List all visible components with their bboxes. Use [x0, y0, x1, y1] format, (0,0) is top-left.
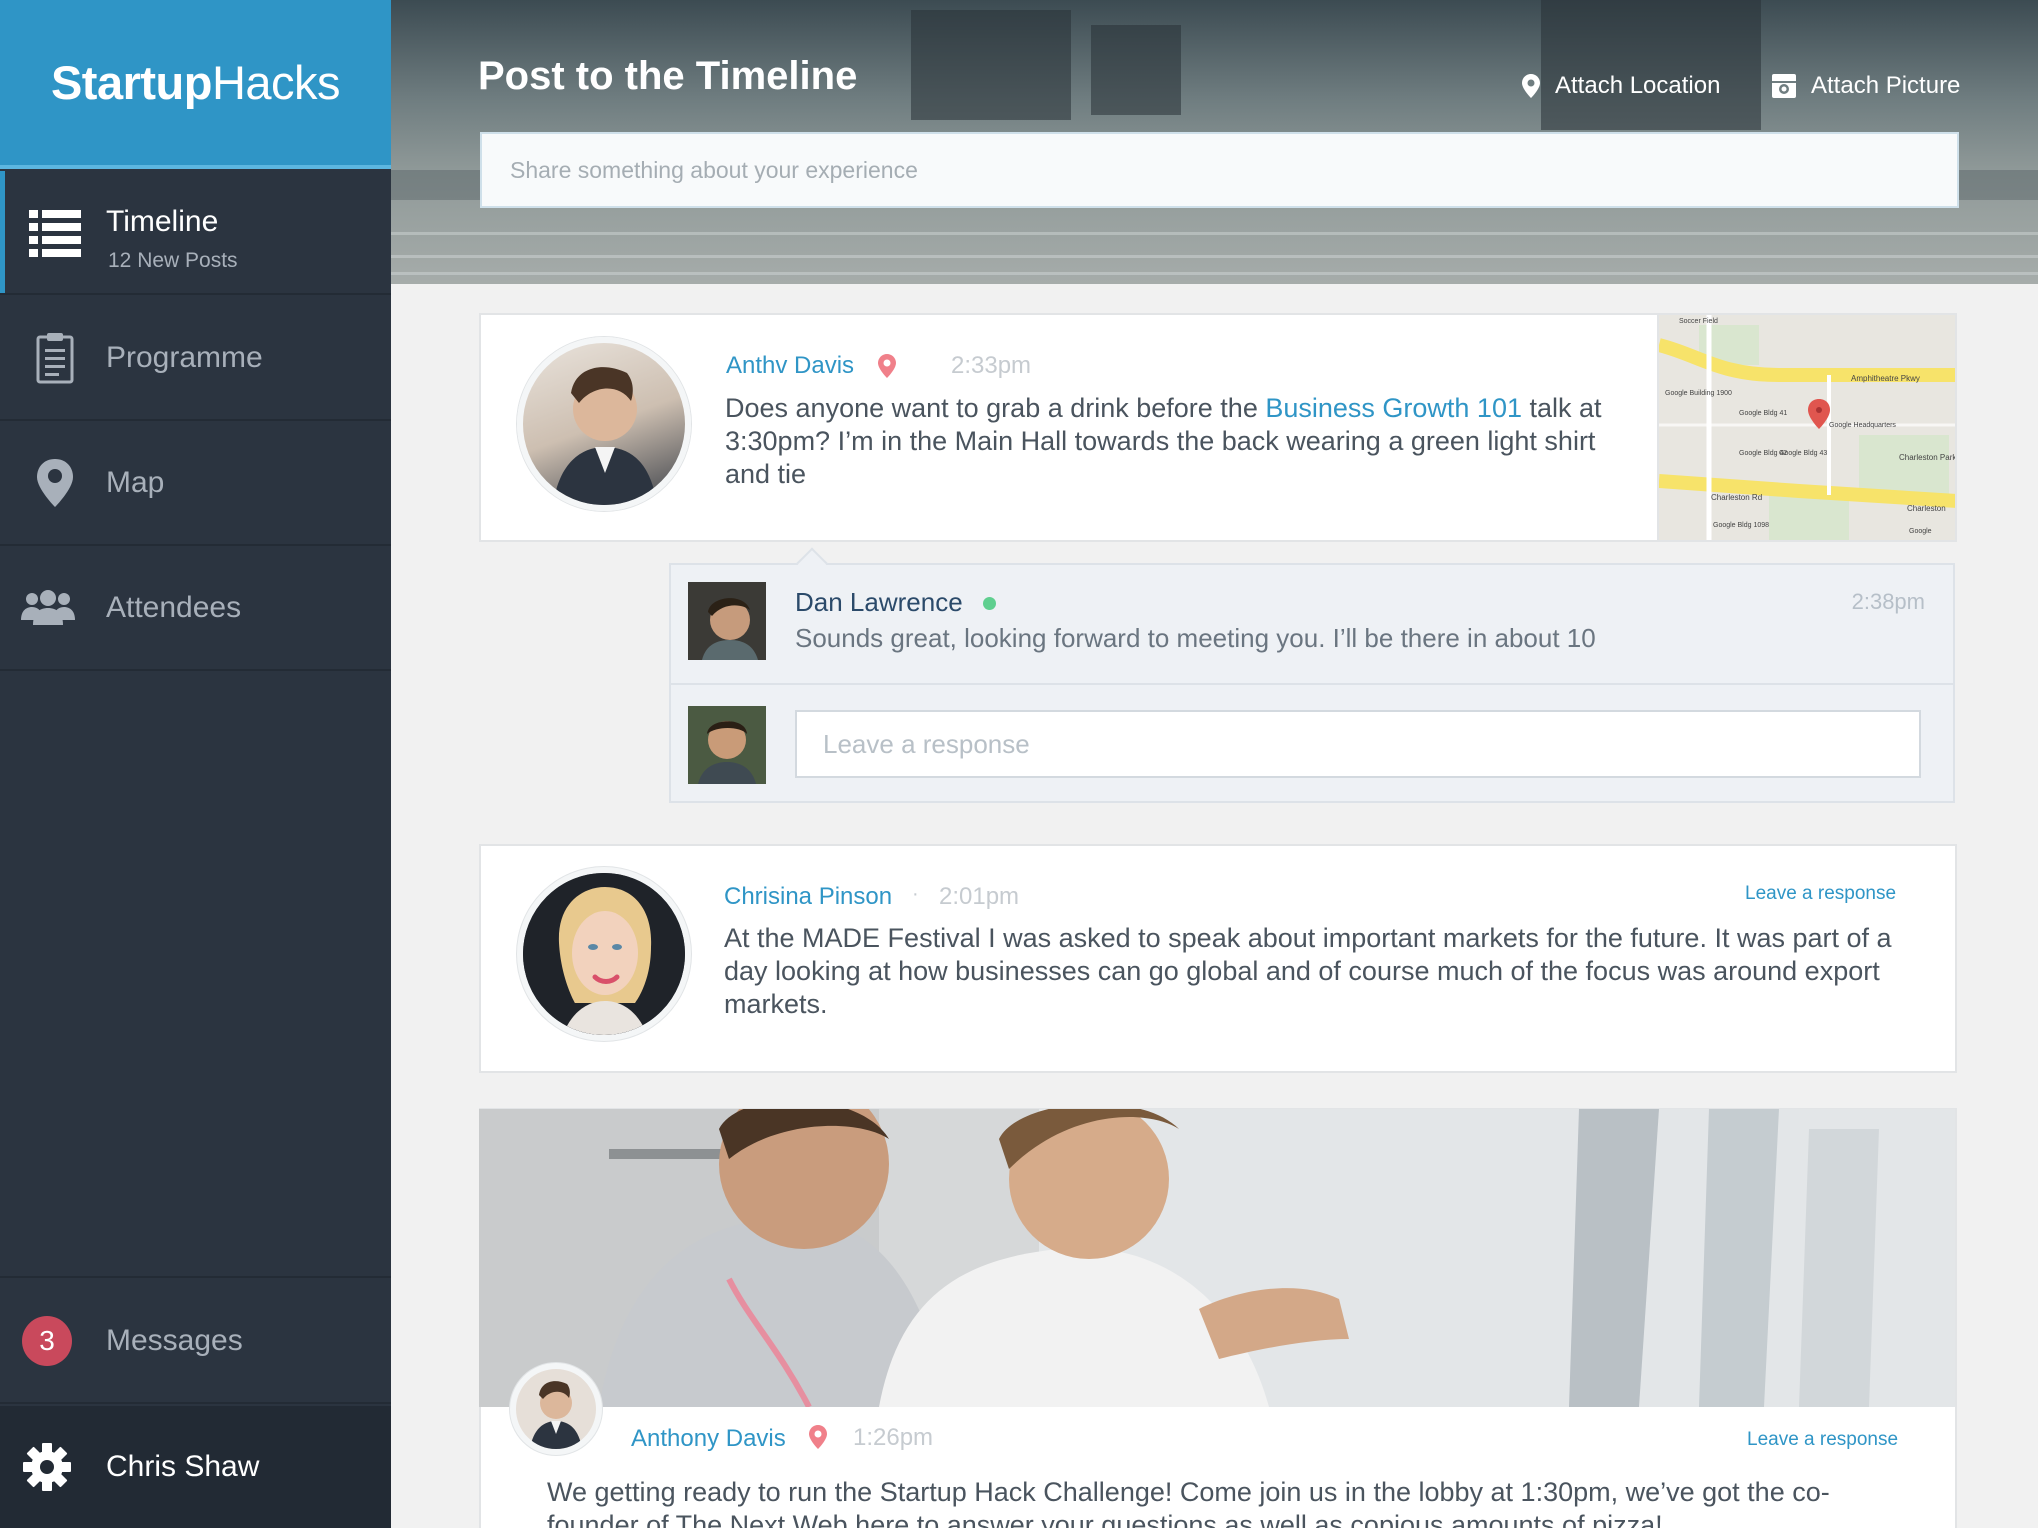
sidebar-item-label: Timeline: [106, 205, 219, 238]
people-icon: [20, 580, 76, 636]
location-map[interactable]: Amphitheatre Pkwy Charleston Rd Charlest…: [1657, 315, 1955, 540]
sidebar: Startup Hacks Timeline 12 New Posts Prog…: [0, 0, 391, 1528]
author-avatar[interactable]: [517, 867, 691, 1041]
response-input[interactable]: [795, 710, 1921, 778]
picture-icon: [1772, 74, 1796, 98]
leave-response-link[interactable]: Leave a response: [1745, 883, 1896, 905]
post-input[interactable]: [480, 132, 1959, 208]
background-building: [1541, 0, 1761, 130]
attach-picture-button[interactable]: Attach Picture: [1771, 72, 1960, 100]
online-status-indicator: [983, 597, 996, 610]
post-author[interactable]: Anthv Davis: [726, 352, 854, 380]
post-text: Does anyone want to grab a drink before …: [725, 393, 1266, 423]
page-title: Post to the Timeline: [478, 54, 858, 98]
author-avatar[interactable]: [517, 337, 691, 511]
attach-location-button[interactable]: Attach Location: [1521, 72, 1720, 100]
post-text: We getting ready to run the Startup Hack…: [547, 1477, 1830, 1528]
background-rail: [391, 272, 2038, 275]
sidebar-item-messages[interactable]: 3 Messages: [0, 1278, 391, 1404]
reply-thread: Dan Lawrence 2:38pm Sounds great, lookin…: [669, 547, 1955, 803]
sidebar-item-attendees[interactable]: Attendees: [0, 547, 391, 671]
separator-dot: ·: [912, 883, 919, 905]
map-label: Charleston Rd: [1711, 493, 1762, 502]
current-user-avatar: [688, 706, 766, 784]
map-label: Google Building 1900: [1665, 390, 1732, 397]
sidebar-item-map[interactable]: Map: [0, 422, 391, 546]
sidebar-item-label: Attendees: [106, 591, 242, 624]
active-indicator: [0, 171, 5, 293]
sidebar-item-timeline[interactable]: Timeline 12 New Posts: [0, 171, 391, 295]
list-icon: [27, 205, 83, 261]
user-name: Chris Shaw: [106, 1450, 260, 1483]
background-building: [911, 10, 1071, 120]
background-building: [1091, 25, 1181, 115]
map-label: Google Headquarters: [1829, 422, 1896, 429]
reply-avatar[interactable]: [688, 582, 766, 660]
brand-light: Hacks: [211, 56, 341, 109]
post-photo[interactable]: [479, 1109, 1955, 1407]
map-label: Google Bldg 43: [1779, 450, 1827, 457]
location-pin-icon[interactable]: [877, 353, 897, 379]
reply-pointer: [796, 547, 828, 579]
post-time: 1:26pm: [853, 1424, 934, 1451]
reply-time: 2:38pm: [1851, 589, 1925, 614]
map-label: Charleston Park: [1899, 453, 1955, 462]
sidebar-item-label: Map: [106, 466, 165, 499]
new-posts-count: 12 New Posts: [108, 249, 238, 272]
author-avatar[interactable]: [510, 1363, 602, 1455]
post-text: At the MADE Festival I was asked to spea…: [724, 923, 1892, 1019]
brand-logo[interactable]: Startup Hacks: [0, 0, 391, 169]
gear-icon[interactable]: [22, 1442, 72, 1497]
map-label: Charleston: [1907, 504, 1946, 513]
clipboard-icon: [27, 330, 83, 386]
messages-badge: 3: [22, 1316, 72, 1366]
post-time: 2:33pm: [951, 352, 1032, 379]
map-label: Google Bldg 1098: [1713, 522, 1769, 529]
map-label: Soccer Field: [1679, 318, 1718, 325]
attach-location-label: Attach Location: [1555, 72, 1721, 99]
post-author[interactable]: Chrisina Pinson: [724, 883, 892, 911]
post-author[interactable]: Anthony Davis: [631, 1425, 786, 1453]
brand-bold: Startup: [50, 56, 213, 109]
background-rail: [391, 255, 2038, 258]
divider: [671, 683, 1953, 685]
reply-text: Sounds great, looking forward to meeting…: [795, 623, 1596, 653]
post-body: Does anyone want to grab a drink before …: [725, 392, 1635, 491]
sidebar-item-label: Programme: [106, 341, 263, 374]
post-time: 2:01pm: [939, 883, 1020, 910]
user-settings[interactable]: Chris Shaw: [0, 1406, 391, 1528]
session-link[interactable]: Business Growth 101: [1265, 393, 1522, 423]
attach-picture-label: Attach Picture: [1811, 72, 1961, 99]
reply-author[interactable]: Dan Lawrence: [795, 587, 963, 618]
sidebar-item-programme[interactable]: Programme: [0, 297, 391, 421]
map-label: Google: [1909, 528, 1932, 535]
post-header: Post to the Timeline Attach Location Att…: [391, 0, 2038, 284]
map-label: Amphitheatre Pkwy: [1851, 374, 1920, 383]
leave-response-link[interactable]: Leave a response: [1747, 1429, 1898, 1451]
map-label: Google Bldg 41: [1739, 410, 1787, 417]
sidebar-item-label: Messages: [106, 1324, 243, 1357]
location-pin-icon[interactable]: [808, 1424, 828, 1450]
location-pin-icon: [1522, 74, 1540, 98]
map-pin-icon: [27, 455, 83, 511]
background-rail: [391, 232, 2038, 235]
